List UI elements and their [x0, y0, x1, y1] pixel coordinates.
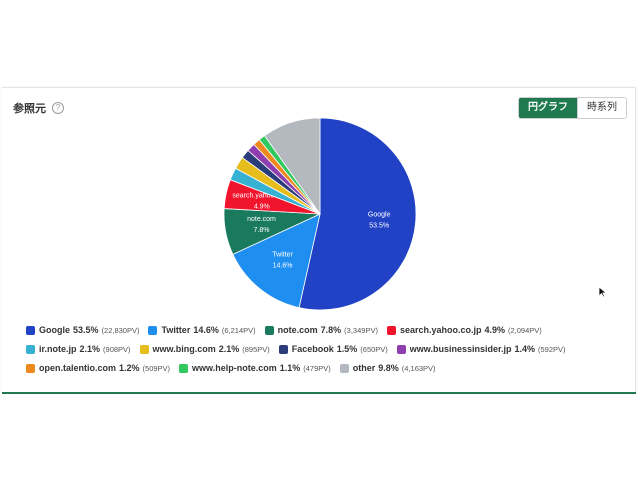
- legend-pv: (3,349PV): [344, 325, 378, 335]
- legend-swatch: [26, 344, 35, 354]
- legend-item-search-yahoo-co-jp[interactable]: search.yahoo.co.jp 4.9% (2,094PV): [386, 324, 542, 336]
- legend-item-other[interactable]: other 9.8% (4,163PV): [339, 362, 436, 374]
- legend-label: ir.note.jp: [39, 344, 77, 354]
- slice-pct-google: 53.5%: [369, 223, 389, 230]
- slice-label-twitter: Twitter: [272, 251, 293, 258]
- slice-label-google: Google: [368, 212, 391, 219]
- legend-label: www.bing.com: [152, 344, 216, 354]
- legend-item-google[interactable]: Google 53.5% (22,830PV): [26, 324, 139, 336]
- legend-item-www-bing-com[interactable]: www.bing.com 2.1% (895PV): [139, 343, 270, 355]
- legend-label: www.help-note.com: [192, 363, 277, 373]
- slice-pct-twitter: 14.6%: [273, 262, 293, 269]
- legend-label: Twitter: [161, 325, 191, 335]
- legend-pct: 2.1%: [218, 344, 240, 354]
- legend-swatch: [396, 344, 406, 354]
- card-bottom-border: [2, 392, 636, 394]
- legend-pct: 4.9%: [484, 325, 505, 335]
- legend-pv: (509PV): [142, 363, 171, 373]
- referrer-card: 参照元 ? 円グラフ 時系列 Google 53.5% Twitter 14.6% no…: [2, 87, 636, 393]
- legend-pv: (6,214PV): [221, 325, 256, 335]
- legend-pct: 1.5%: [336, 344, 358, 354]
- legend-label: other: [352, 363, 376, 373]
- legend-swatch: [139, 344, 149, 354]
- legend-pv: (650PV): [360, 344, 388, 354]
- legend-item-www-businessinsider-jp[interactable]: www.businessinsider.jp 1.4% (592PV): [396, 343, 566, 355]
- legend-pct: 1.1%: [279, 363, 301, 373]
- legend-item-ir-note-jp[interactable]: ir.note.jp 2.1% (908PV): [26, 343, 131, 355]
- legend-pct: 2.1%: [79, 344, 101, 354]
- legend-swatch: [264, 325, 274, 335]
- legend-pv: (22,830PV): [101, 325, 140, 335]
- legend-label: Facebook: [291, 344, 334, 354]
- legend-pv: (592PV): [538, 344, 566, 354]
- slice-label-note-com: note.com: [247, 216, 276, 223]
- legend-pv: (479PV): [303, 363, 331, 373]
- legend-swatch: [339, 363, 349, 373]
- legend-swatch: [26, 325, 35, 335]
- legend-item-open-talentio-com[interactable]: open.talentio.com 1.2% (509PV): [26, 362, 170, 374]
- legend-pct: 53.5%: [73, 325, 99, 335]
- legend-swatch: [179, 363, 189, 373]
- legend-swatch: [148, 325, 158, 335]
- legend-pv: (908PV): [103, 344, 131, 354]
- pie-chart: Google53.5%Twitter14.6%note.com7.8%searc…: [223, 117, 417, 311]
- legend-swatch: [278, 344, 288, 354]
- chart-legend: Google 53.5% (22,830PV) Twitter 14.6% (6,214P…: [26, 324, 606, 374]
- legend-pct: 1.2%: [119, 363, 140, 373]
- legend-item-note-com[interactable]: note.com 7.8% (3,349PV): [264, 324, 378, 336]
- legend-pv: (895PV): [242, 344, 270, 354]
- legend-pct: 1.4%: [514, 344, 536, 354]
- legend-item-www-help-note-com[interactable]: www.help-note.com 1.1% (479PV): [179, 362, 331, 374]
- legend-pv: (4,163PV): [401, 363, 436, 373]
- legend-label: www.businessinsider.jp: [409, 344, 512, 354]
- legend-pct: 14.6%: [193, 325, 219, 335]
- slice-pct-search-yahoo-co-jp: 4.9%: [254, 204, 270, 211]
- slice-pct-note-com: 7.8%: [254, 227, 270, 234]
- legend-pv: (2,094PV): [508, 325, 542, 335]
- legend-label: search.yahoo.co.jp: [399, 325, 482, 335]
- legend-label: note.com: [277, 325, 318, 335]
- legend-pct: 7.8%: [320, 325, 342, 335]
- legend-swatch: [26, 363, 35, 373]
- legend-swatch: [386, 325, 396, 335]
- legend-item-facebook[interactable]: Facebook 1.5% (650PV): [278, 343, 388, 355]
- legend-label: Google: [39, 325, 70, 335]
- legend-label: open.talentio.com: [39, 363, 117, 373]
- legend-pct: 9.8%: [378, 363, 399, 373]
- mouse-cursor-icon: [598, 286, 608, 298]
- legend-item-twitter[interactable]: Twitter 14.6% (6,214PV): [148, 324, 256, 336]
